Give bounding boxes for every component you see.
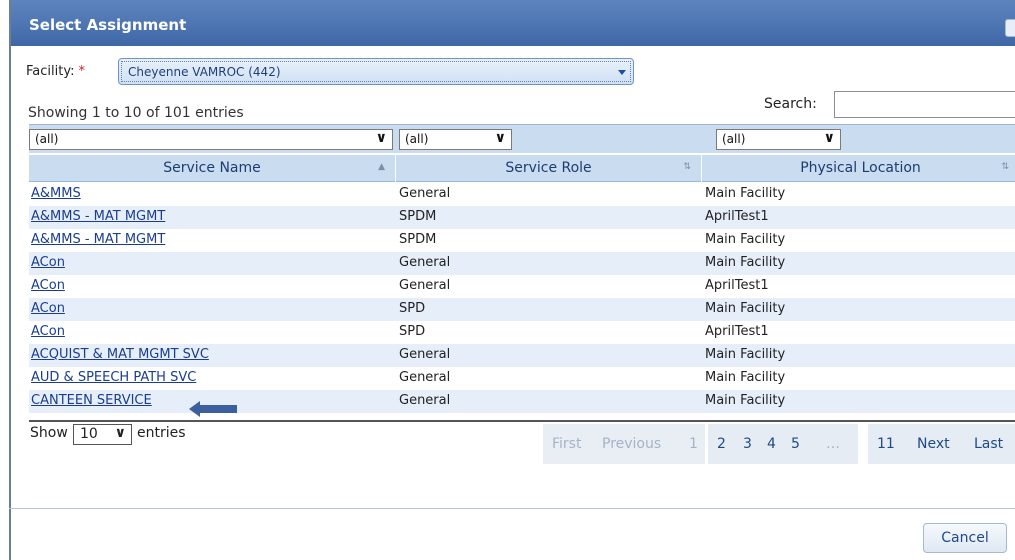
service-role-cell: General bbox=[399, 278, 451, 293]
service-name-link[interactable]: CANTEEN SERVICE bbox=[31, 393, 152, 408]
service-name-link[interactable]: A&MMS - MAT MGMT bbox=[31, 232, 165, 247]
table-row[interactable]: ACon General AprilTest1 bbox=[29, 275, 1015, 298]
filter-service-role[interactable]: (all) ∨ bbox=[399, 129, 512, 150]
chevron-down-icon: ∨ bbox=[494, 130, 506, 146]
sort-both-icon: ⇅ bbox=[1001, 162, 1009, 172]
dialog-footer-divider bbox=[9, 508, 1015, 509]
service-role-cell: SPD bbox=[399, 301, 426, 316]
chevron-down-icon bbox=[618, 70, 626, 75]
pagination-first[interactable]: First bbox=[552, 436, 581, 452]
table-row[interactable]: CANTEEN SERVICE General Main Facility bbox=[29, 390, 1015, 413]
table-row[interactable]: ACon General Main Facility bbox=[29, 252, 1015, 275]
physical-location-cell: AprilTest1 bbox=[705, 209, 769, 224]
length-show-label: Show bbox=[30, 425, 68, 441]
service-name-link[interactable]: ACQUIST & MAT MGMT SVC bbox=[31, 347, 209, 362]
physical-location-cell: Main Facility bbox=[705, 232, 786, 247]
column-header-label: Service Name bbox=[163, 160, 261, 176]
facility-select-value: Cheyenne VAMROC (442) bbox=[128, 65, 281, 79]
column-header-label: Service Role bbox=[505, 160, 592, 176]
pagination: First Previous 1 2 3 4 5 … 11 Next Last bbox=[543, 424, 1015, 464]
service-role-cell: SPDM bbox=[399, 209, 437, 224]
table-row[interactable]: A&MMS - MAT MGMT SPDM Main Facility bbox=[29, 229, 1015, 252]
chevron-down-icon: ∨ bbox=[823, 130, 835, 146]
pagination-last[interactable]: Last bbox=[974, 436, 1003, 452]
facility-label: Facility: * bbox=[26, 64, 85, 79]
physical-location-cell: Main Facility bbox=[705, 301, 786, 316]
physical-location-cell: Main Facility bbox=[705, 393, 786, 408]
pagination-next[interactable]: Next bbox=[917, 436, 950, 452]
column-header-label: Physical Location bbox=[800, 160, 921, 176]
dialog-title: Select Assignment bbox=[29, 16, 187, 34]
service-name-link[interactable]: A&MMS bbox=[31, 186, 81, 201]
dialog-close-button[interactable] bbox=[1005, 19, 1015, 37]
pagination-page-2[interactable]: 2 bbox=[717, 436, 726, 452]
pagination-previous[interactable]: Previous bbox=[602, 436, 661, 452]
filter-service-name-value: (all) bbox=[35, 132, 59, 146]
filter-service-name[interactable]: (all) ∨ bbox=[29, 129, 393, 150]
pagination-page-3[interactable]: 3 bbox=[743, 436, 752, 452]
table-row[interactable]: ACon SPD AprilTest1 bbox=[29, 321, 1015, 344]
facility-label-text: Facility: bbox=[26, 64, 75, 79]
service-name-link[interactable]: ACon bbox=[31, 324, 65, 339]
service-role-cell: General bbox=[399, 255, 451, 270]
table-row[interactable]: AUD & SPEECH PATH SVC General Main Facil… bbox=[29, 367, 1015, 390]
search-input[interactable] bbox=[834, 91, 1015, 118]
table-row[interactable]: A&MMS General Main Facility bbox=[29, 183, 1015, 206]
column-header-service-role[interactable]: Service Role ⇅ bbox=[396, 155, 702, 182]
column-filter-row: (all) ∨ (all) ∨ (all) ∨ bbox=[29, 124, 1015, 153]
pagination-page-1[interactable]: 1 bbox=[689, 436, 698, 452]
physical-location-cell: Main Facility bbox=[705, 370, 786, 385]
column-header-service-name[interactable]: Service Name ▲ bbox=[29, 155, 396, 182]
service-name-link[interactable]: ACon bbox=[31, 278, 65, 293]
table-bottom-divider bbox=[29, 420, 1015, 422]
pagination-ellipsis: … bbox=[826, 436, 840, 452]
filter-physical-location-value: (all) bbox=[722, 132, 746, 146]
table-row[interactable]: A&MMS - MAT MGMT SPDM AprilTest1 bbox=[29, 206, 1015, 229]
service-role-cell: General bbox=[399, 186, 451, 201]
search-label: Search: bbox=[764, 96, 817, 112]
table-row[interactable]: ACon SPD Main Facility bbox=[29, 298, 1015, 321]
facility-select[interactable]: Cheyenne VAMROC (442) bbox=[118, 58, 634, 85]
sort-ascending-icon: ▲ bbox=[378, 162, 385, 172]
pagination-page-4[interactable]: 4 bbox=[767, 436, 776, 452]
physical-location-cell: AprilTest1 bbox=[705, 324, 769, 339]
filter-physical-location[interactable]: (all) ∨ bbox=[716, 129, 841, 150]
chevron-down-icon: ∨ bbox=[375, 130, 387, 146]
service-name-link[interactable]: A&MMS - MAT MGMT bbox=[31, 209, 165, 224]
length-entries-label: entries bbox=[137, 425, 186, 441]
service-role-cell: SPD bbox=[399, 324, 426, 339]
filter-service-role-value: (all) bbox=[405, 132, 429, 146]
physical-location-cell: Main Facility bbox=[705, 255, 786, 270]
service-role-cell: General bbox=[399, 370, 451, 385]
chevron-down-icon: ∨ bbox=[114, 425, 126, 441]
service-name-link[interactable]: ACon bbox=[31, 255, 65, 270]
required-marker: * bbox=[78, 64, 85, 79]
physical-location-cell: AprilTest1 bbox=[705, 278, 769, 293]
dialog-titlebar: Select Assignment bbox=[11, 0, 1015, 46]
service-name-link[interactable]: ACon bbox=[31, 301, 65, 316]
entries-per-page-select[interactable]: 10 ∨ bbox=[73, 424, 132, 445]
cancel-button[interactable]: Cancel bbox=[923, 523, 1007, 553]
service-role-cell: General bbox=[399, 347, 451, 362]
entries-per-page-value: 10 bbox=[80, 426, 98, 442]
service-role-cell: SPDM bbox=[399, 232, 437, 247]
table-info-text: Showing 1 to 10 of 101 entries bbox=[28, 105, 244, 121]
service-role-cell: General bbox=[399, 393, 451, 408]
table-row[interactable]: ACQUIST & MAT MGMT SVC General Main Faci… bbox=[29, 344, 1015, 367]
pagination-page-11[interactable]: 11 bbox=[877, 436, 895, 452]
left-arrow-icon bbox=[189, 401, 237, 417]
column-header-physical-location[interactable]: Physical Location ⇅ bbox=[702, 155, 1015, 182]
service-name-link[interactable]: AUD & SPEECH PATH SVC bbox=[31, 370, 196, 385]
table-header-row: Service Name ▲ Service Role ⇅ Physical L… bbox=[29, 155, 1015, 182]
physical-location-cell: Main Facility bbox=[705, 186, 786, 201]
physical-location-cell: Main Facility bbox=[705, 347, 786, 362]
sort-both-icon: ⇅ bbox=[683, 162, 691, 172]
pagination-page-5[interactable]: 5 bbox=[791, 436, 800, 452]
